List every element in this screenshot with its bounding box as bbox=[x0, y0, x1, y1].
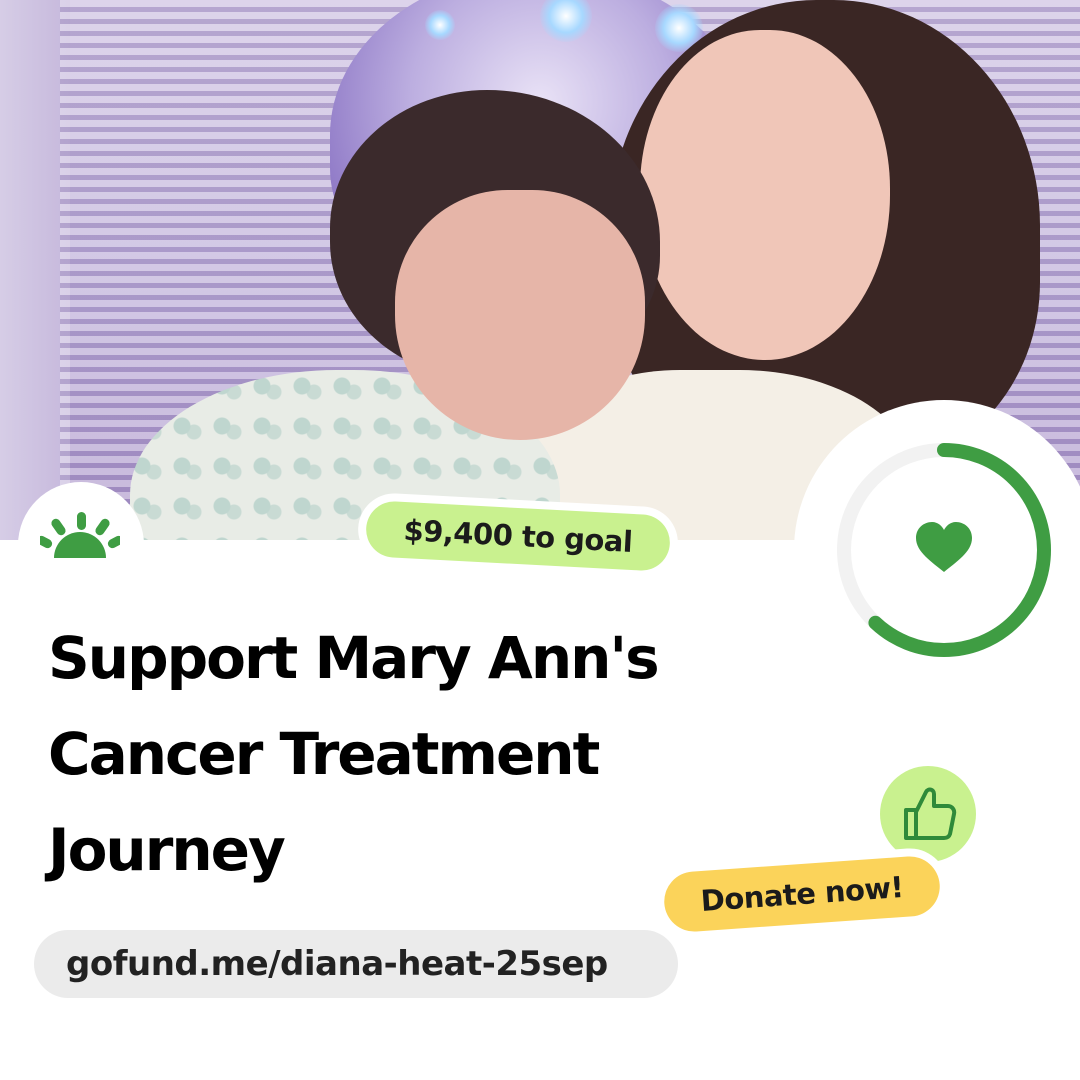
progress-ring-graphic bbox=[837, 443, 1051, 657]
heart-icon bbox=[916, 522, 972, 572]
brand-logo[interactable] bbox=[18, 482, 144, 608]
thumbs-up-icon bbox=[904, 787, 957, 840]
photo-tree-light bbox=[425, 10, 455, 40]
donation-progress-ring bbox=[794, 400, 1080, 700]
photo-person-right-face bbox=[640, 30, 890, 360]
thumbs-up-badge bbox=[880, 766, 976, 862]
goal-remaining-label: $9,400 to goal bbox=[364, 500, 672, 572]
campaign-url[interactable]: gofund.me/diana-heat-25sep bbox=[34, 930, 678, 998]
donate-now-label: Donate now! bbox=[662, 854, 942, 934]
campaign-title: Support Mary Ann's Cancer Treatment Jour… bbox=[48, 624, 660, 884]
photo-person-left-face bbox=[395, 190, 645, 440]
gofundme-sunrise-icon bbox=[40, 512, 120, 558]
